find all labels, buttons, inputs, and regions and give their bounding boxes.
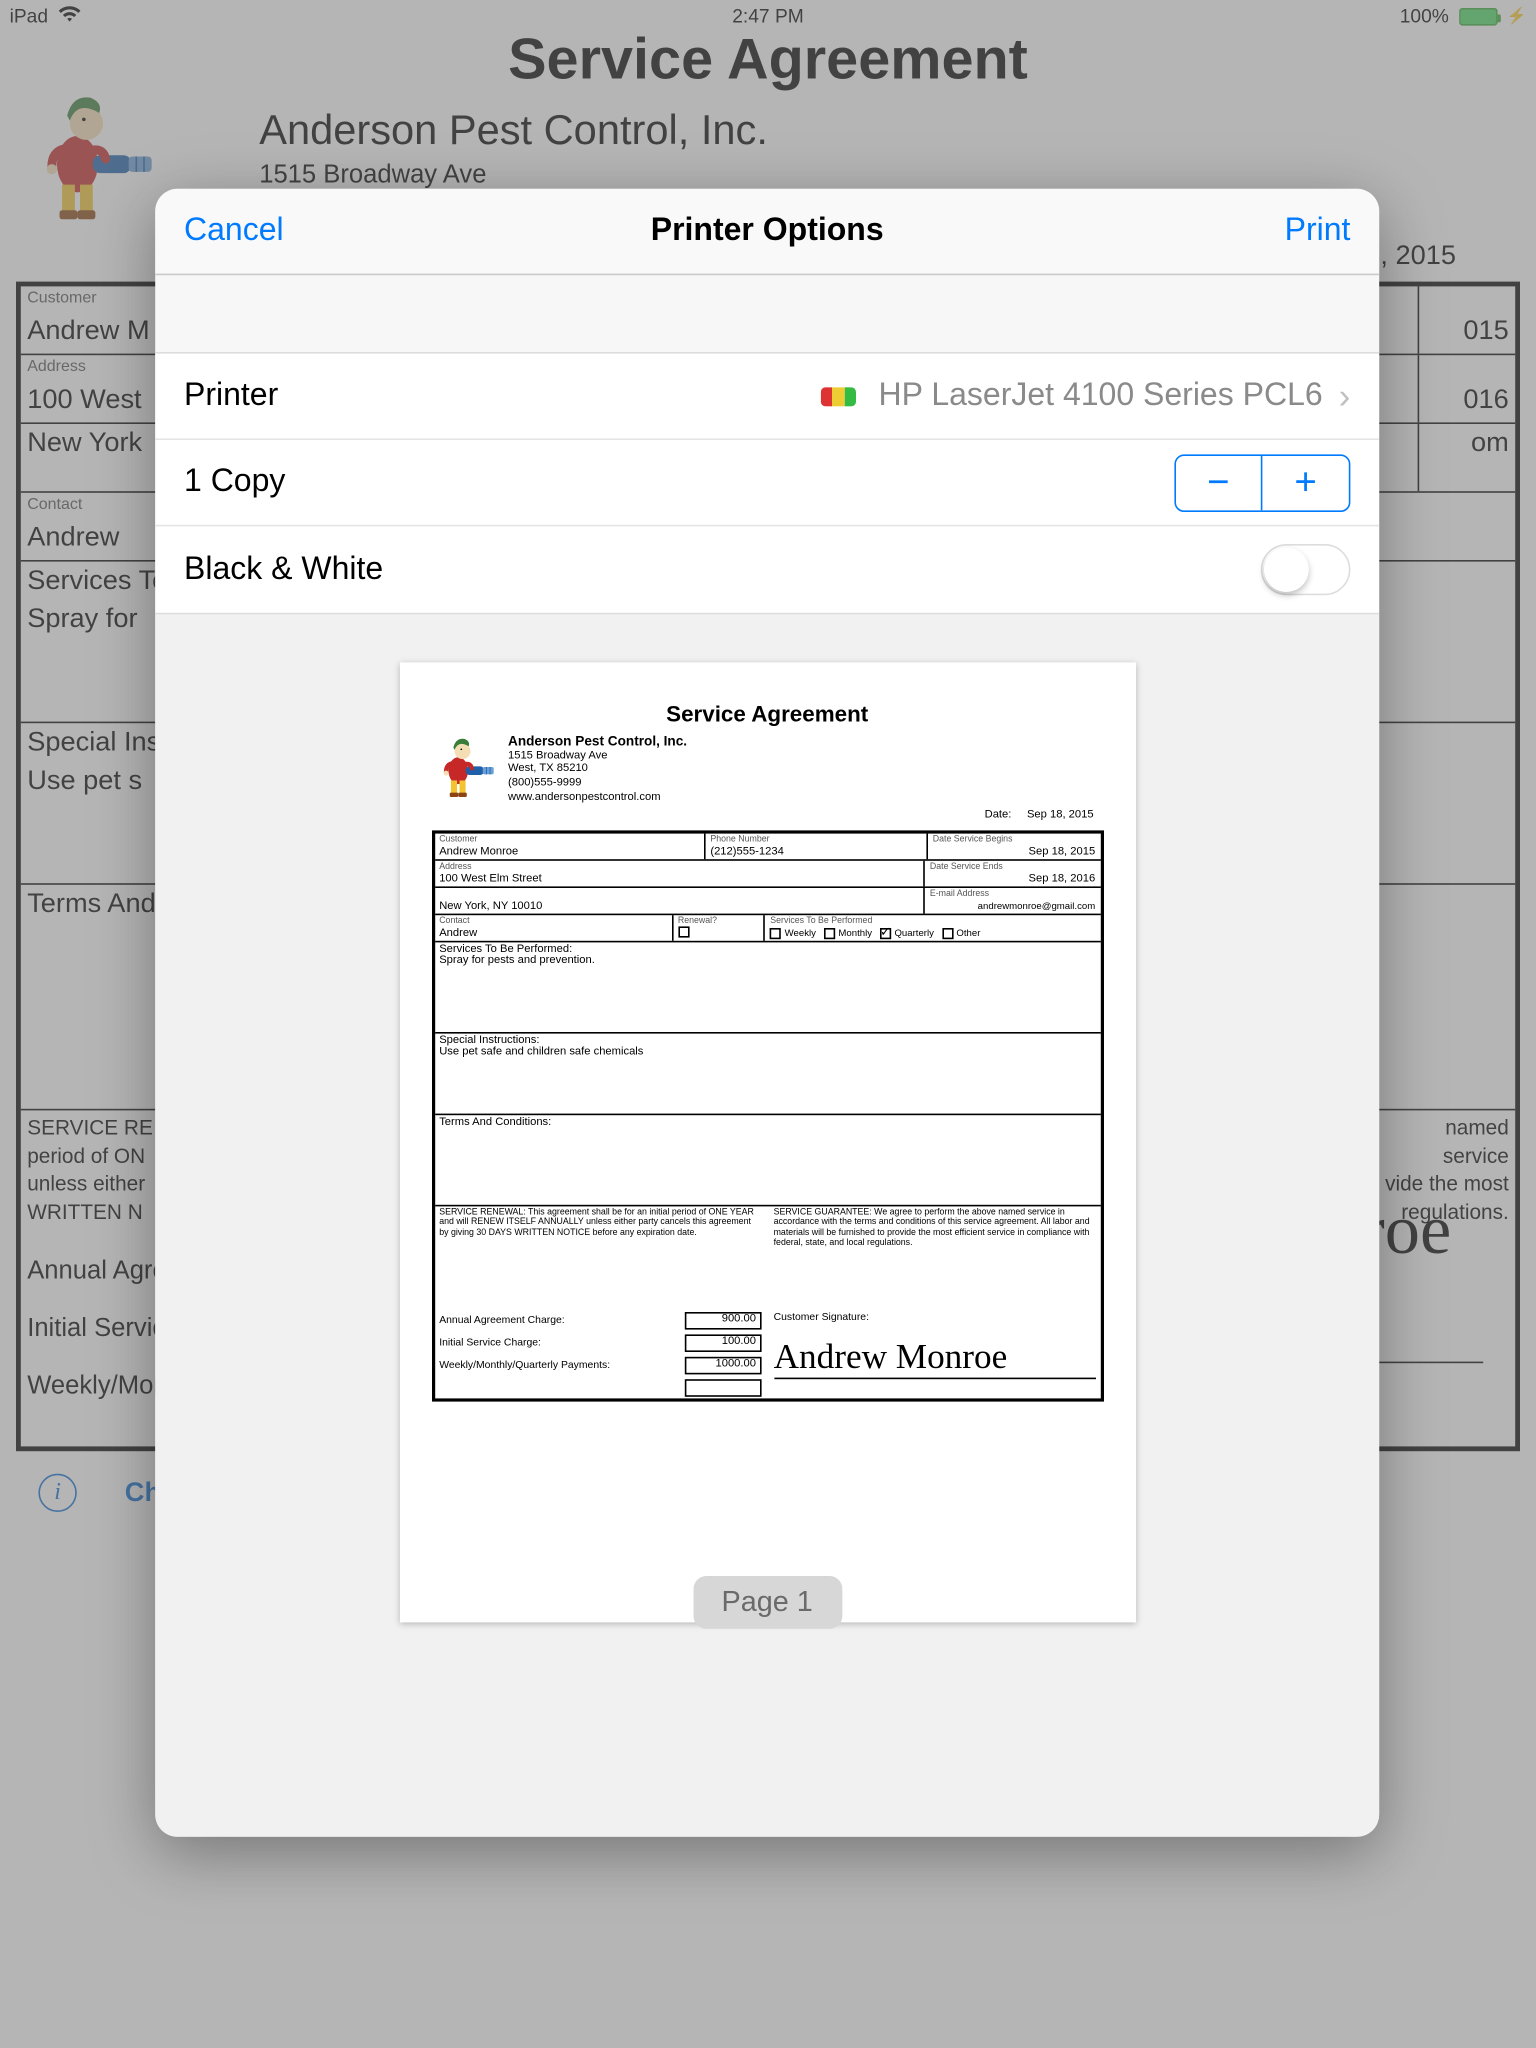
- printer-name: HP LaserJet 4100 Series PCL6: [879, 378, 1323, 415]
- copies-row: 1 Copy − +: [155, 440, 1379, 526]
- chevron-right-icon: ›: [1339, 375, 1351, 417]
- printer-options-list: Printer HP LaserJet 4100 Series PCL6 › 1…: [155, 352, 1379, 614]
- cancel-button[interactable]: Cancel: [184, 213, 284, 250]
- modal-title: Printer Options: [651, 213, 884, 250]
- preview-logo: [431, 733, 498, 800]
- printer-options-modal: Cancel Printer Options Print Printer HP …: [155, 189, 1379, 1837]
- bw-row: Black & White: [155, 526, 1379, 612]
- print-action-button[interactable]: Print: [1285, 213, 1351, 250]
- modal-navbar: Cancel Printer Options Print: [155, 189, 1379, 275]
- stepper-plus[interactable]: +: [1262, 455, 1348, 509]
- supply-levels-icon: [821, 386, 856, 405]
- stepper-minus[interactable]: −: [1176, 455, 1262, 509]
- page-indicator: Page 1: [693, 1576, 842, 1629]
- print-preview: Service Agreement Anderson Pest Control,…: [155, 614, 1379, 1836]
- printer-row[interactable]: Printer HP LaserJet 4100 Series PCL6 ›: [155, 354, 1379, 440]
- bw-switch[interactable]: [1261, 544, 1351, 595]
- preview-page-1[interactable]: Service Agreement Anderson Pest Control,…: [399, 662, 1135, 1622]
- copies-stepper[interactable]: − +: [1174, 454, 1350, 512]
